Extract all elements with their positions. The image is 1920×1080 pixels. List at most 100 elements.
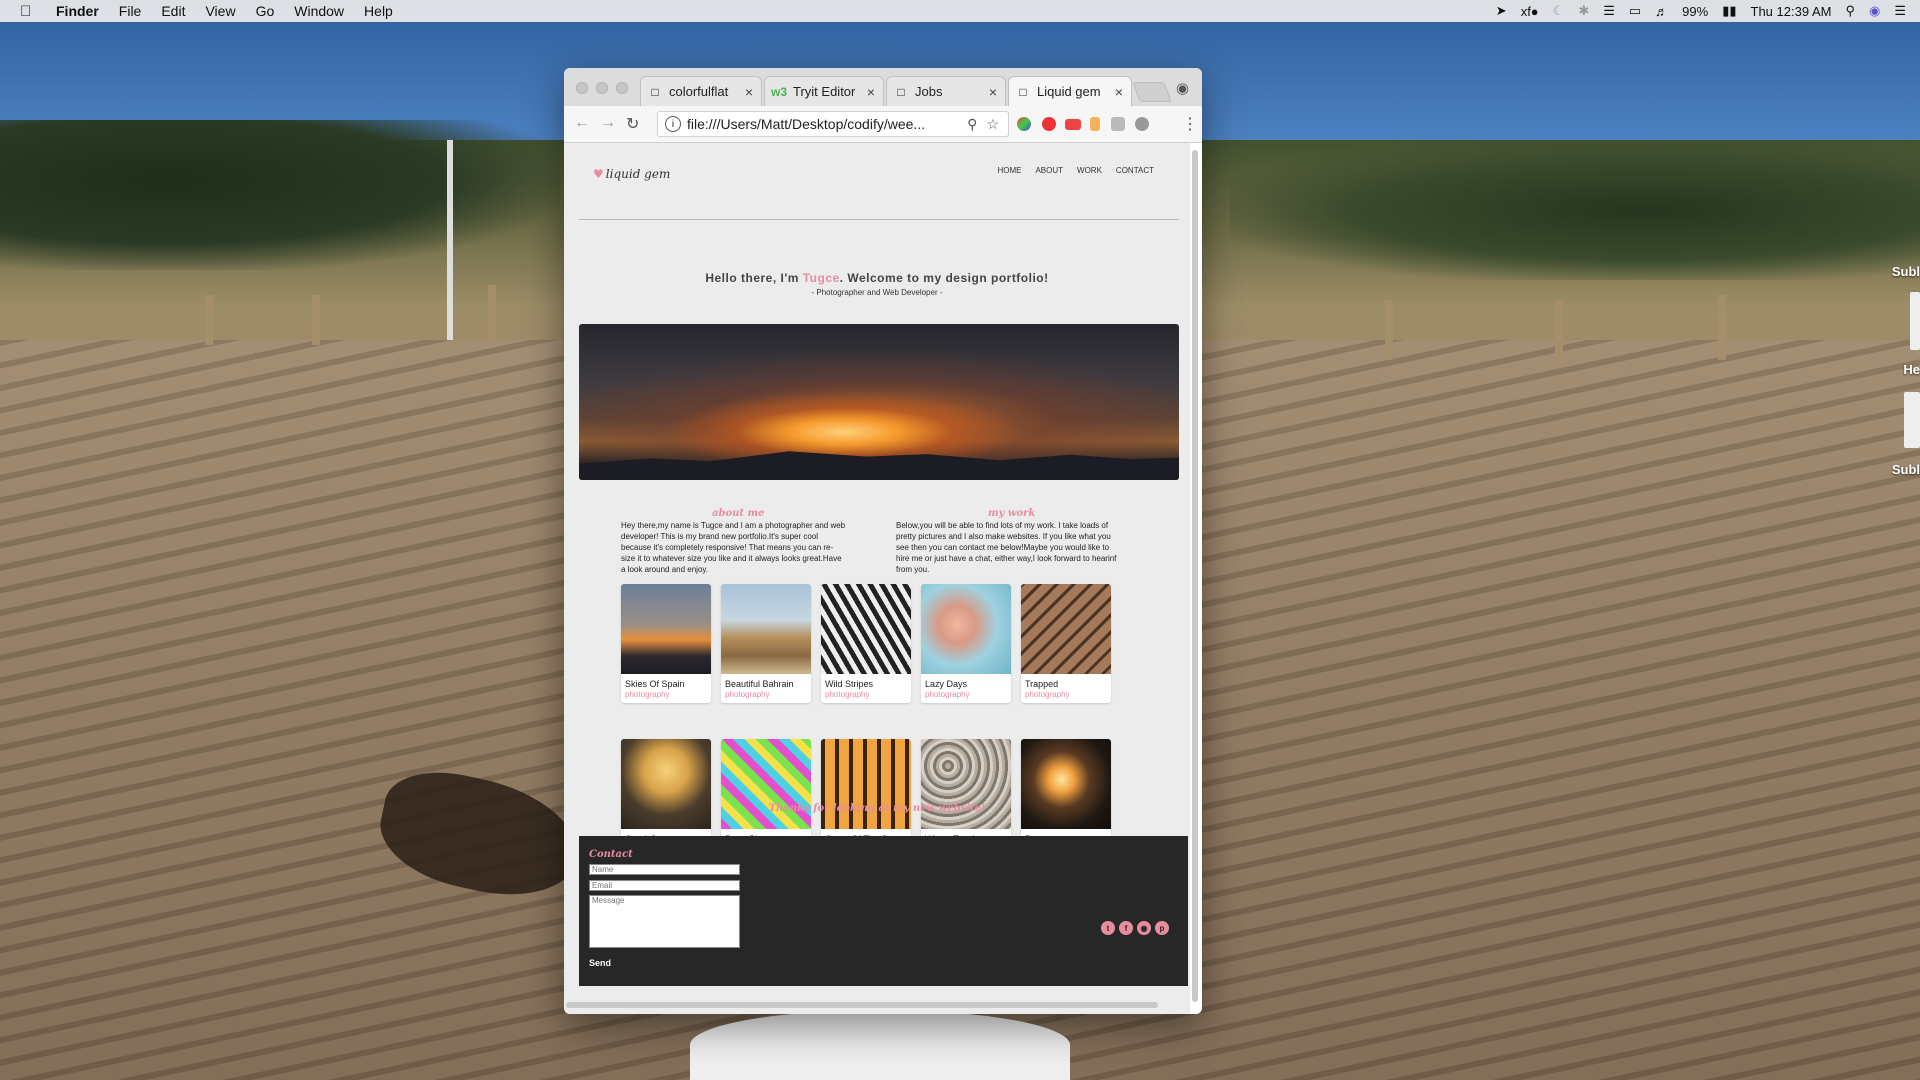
new-tab-button[interactable] (1132, 82, 1172, 102)
clock[interactable]: Thu 12:39 AM (1751, 4, 1832, 19)
nav-work[interactable]: WORK (1077, 166, 1102, 175)
close-icon[interactable]: × (745, 84, 753, 100)
recycle-extension-icon[interactable] (1135, 117, 1149, 131)
menu-view[interactable]: View (205, 3, 235, 19)
xf-icon[interactable]: xf● (1521, 4, 1539, 19)
info-icon[interactable]: i (665, 116, 681, 132)
close-icon[interactable]: × (1115, 84, 1123, 100)
key-extension-icon[interactable] (1090, 117, 1100, 131)
menu-bar:  Finder File Edit View Go Window Help ➤… (0, 0, 1920, 22)
airplay-icon[interactable]: ▭ (1629, 3, 1641, 19)
tab-label: Tryit Editor (793, 84, 856, 99)
browser-toolbar: ← → ↻ i file:///Users/Matt/Desktop/codif… (564, 106, 1202, 143)
gallery-card[interactable]: Skies Of Spain photography (621, 584, 711, 703)
hero-banner-image (579, 324, 1179, 480)
opera-extension-icon[interactable] (1042, 117, 1056, 131)
desktop-icon-label-2[interactable]: He (1903, 362, 1920, 377)
email-field[interactable] (589, 880, 740, 891)
gallery-thumb (821, 584, 911, 674)
reload-icon[interactable]: ↻ (626, 114, 639, 134)
battery-icon[interactable]: ▮▮ (1722, 3, 1736, 19)
gallery-category: photography (825, 690, 870, 699)
tab-tryit-editor[interactable]: w3 Tryit Editor × (764, 76, 884, 106)
twitter-icon[interactable]: t (1101, 921, 1115, 935)
site-nav: HOME ABOUT WORK CONTACT (997, 166, 1154, 175)
tab-bar: □ colorfulflat × w3 Tryit Editor × □ Job… (564, 68, 1202, 106)
gallery-card[interactable]: Lazy Days photography (921, 584, 1011, 703)
menu-file[interactable]: File (119, 3, 142, 19)
tab-jobs[interactable]: □ Jobs × (886, 76, 1006, 106)
work-text: Below,you will be able to find lots of m… (896, 521, 1117, 574)
gallery-title: Wild Stripes (825, 679, 874, 689)
menu-kebab-icon[interactable]: ⋮ (1182, 114, 1198, 134)
about-text: Hey there,my name is Tugce and I am a ph… (621, 521, 846, 574)
page-viewport: ♥ liquid gem HOME ABOUT WORK CONTACT Hell… (564, 143, 1190, 1014)
desktop-icon-label-1[interactable]: Subl (1892, 264, 1920, 279)
gallery-card[interactable]: Wild Stripes photography (821, 584, 911, 703)
siri-icon[interactable]: ◉ (1869, 3, 1880, 19)
bookmark-star-icon[interactable]: ☆ (986, 116, 999, 133)
youtube-extension-icon[interactable] (1065, 119, 1081, 130)
menu-edit[interactable]: Edit (161, 3, 185, 19)
menu-app-finder[interactable]: Finder (56, 3, 99, 19)
location-icon[interactable]: ➤ (1496, 3, 1507, 19)
address-bar[interactable]: i file:///Users/Matt/Desktop/codify/wee.… (657, 111, 1009, 137)
contact-title: Contact (589, 849, 633, 860)
tab-label: Liquid gem (1037, 84, 1101, 99)
zoom-window-button[interactable] (616, 82, 628, 94)
gallery-card[interactable]: Trapped photography (1021, 584, 1111, 703)
tab-liquid-gem[interactable]: □ Liquid gem × (1008, 76, 1132, 106)
nav-about[interactable]: ABOUT (1035, 166, 1063, 175)
moon-icon[interactable]: ☾ (1553, 3, 1565, 19)
url-text[interactable]: file:///Users/Matt/Desktop/codify/wee... (687, 116, 967, 132)
site-logo[interactable]: ♥ liquid gem (593, 167, 670, 181)
back-arrow-icon[interactable]: ← (574, 114, 590, 132)
document-icon: □ (651, 84, 659, 99)
close-icon[interactable]: × (867, 84, 875, 100)
pinterest-icon[interactable]: p (1155, 921, 1169, 935)
desktop-icon-label-3[interactable]: Subl (1892, 462, 1920, 477)
nav-contact[interactable]: CONTACT (1116, 166, 1154, 175)
gallery-title: Trapped (1025, 679, 1059, 689)
puzzle-extension-icon[interactable] (1111, 117, 1125, 131)
vertical-scrollbar[interactable] (1192, 150, 1198, 1002)
horizontal-scrollbar[interactable] (566, 1002, 1158, 1008)
wifi-icon[interactable]: ☰ (1603, 3, 1615, 19)
bluetooth-icon[interactable]: ✱ (1578, 3, 1589, 19)
battery-percent[interactable]: 99% (1682, 4, 1708, 19)
minimize-window-button[interactable] (596, 82, 608, 94)
gallery-thumb (821, 739, 911, 829)
menu-window[interactable]: Window (294, 3, 344, 19)
gallery-title: Skies Of Spain (625, 679, 685, 689)
colorpick-extension-icon[interactable] (1017, 117, 1031, 131)
notification-center-icon[interactable]: ☰ (1894, 3, 1906, 19)
gallery-title: Beautiful Bahrain (725, 679, 794, 689)
menu-help[interactable]: Help (364, 3, 393, 19)
message-field[interactable] (589, 895, 740, 948)
desktop-file-icon[interactable] (1910, 292, 1920, 350)
name-field[interactable] (589, 864, 740, 875)
apple-menu-icon[interactable]:  (20, 3, 38, 20)
gallery-card[interactable]: Beautiful Bahrain photography (721, 584, 811, 703)
spotlight-icon[interactable]: ⚲ (1845, 3, 1855, 19)
close-icon[interactable]: × (989, 84, 997, 100)
instagram-icon[interactable]: ◉ (1137, 921, 1151, 935)
facebook-icon[interactable]: f (1119, 921, 1133, 935)
send-button[interactable]: Send (589, 958, 611, 968)
forward-arrow-icon[interactable]: → (600, 114, 616, 132)
zoom-icon[interactable]: ⚲ (967, 116, 977, 133)
desktop-drive-icon[interactable] (1904, 392, 1920, 448)
work-title: my work (988, 508, 1036, 519)
tab-colorfulflat[interactable]: □ colorfulflat × (640, 76, 762, 106)
w3-icon: w3 (771, 84, 788, 99)
thanks-message: Thanks for looking at my new website! (768, 803, 986, 814)
profile-icon[interactable]: ◉ (1176, 79, 1189, 97)
gallery-thumb (921, 739, 1011, 829)
logo-text: liquid gem (605, 167, 671, 181)
gallery-category: photography (725, 690, 770, 699)
tab-label: Jobs (915, 84, 943, 99)
menu-go[interactable]: Go (256, 3, 275, 19)
close-window-button[interactable] (576, 82, 588, 94)
volume-icon[interactable]: ♬ (1655, 4, 1668, 19)
nav-home[interactable]: HOME (997, 166, 1021, 175)
